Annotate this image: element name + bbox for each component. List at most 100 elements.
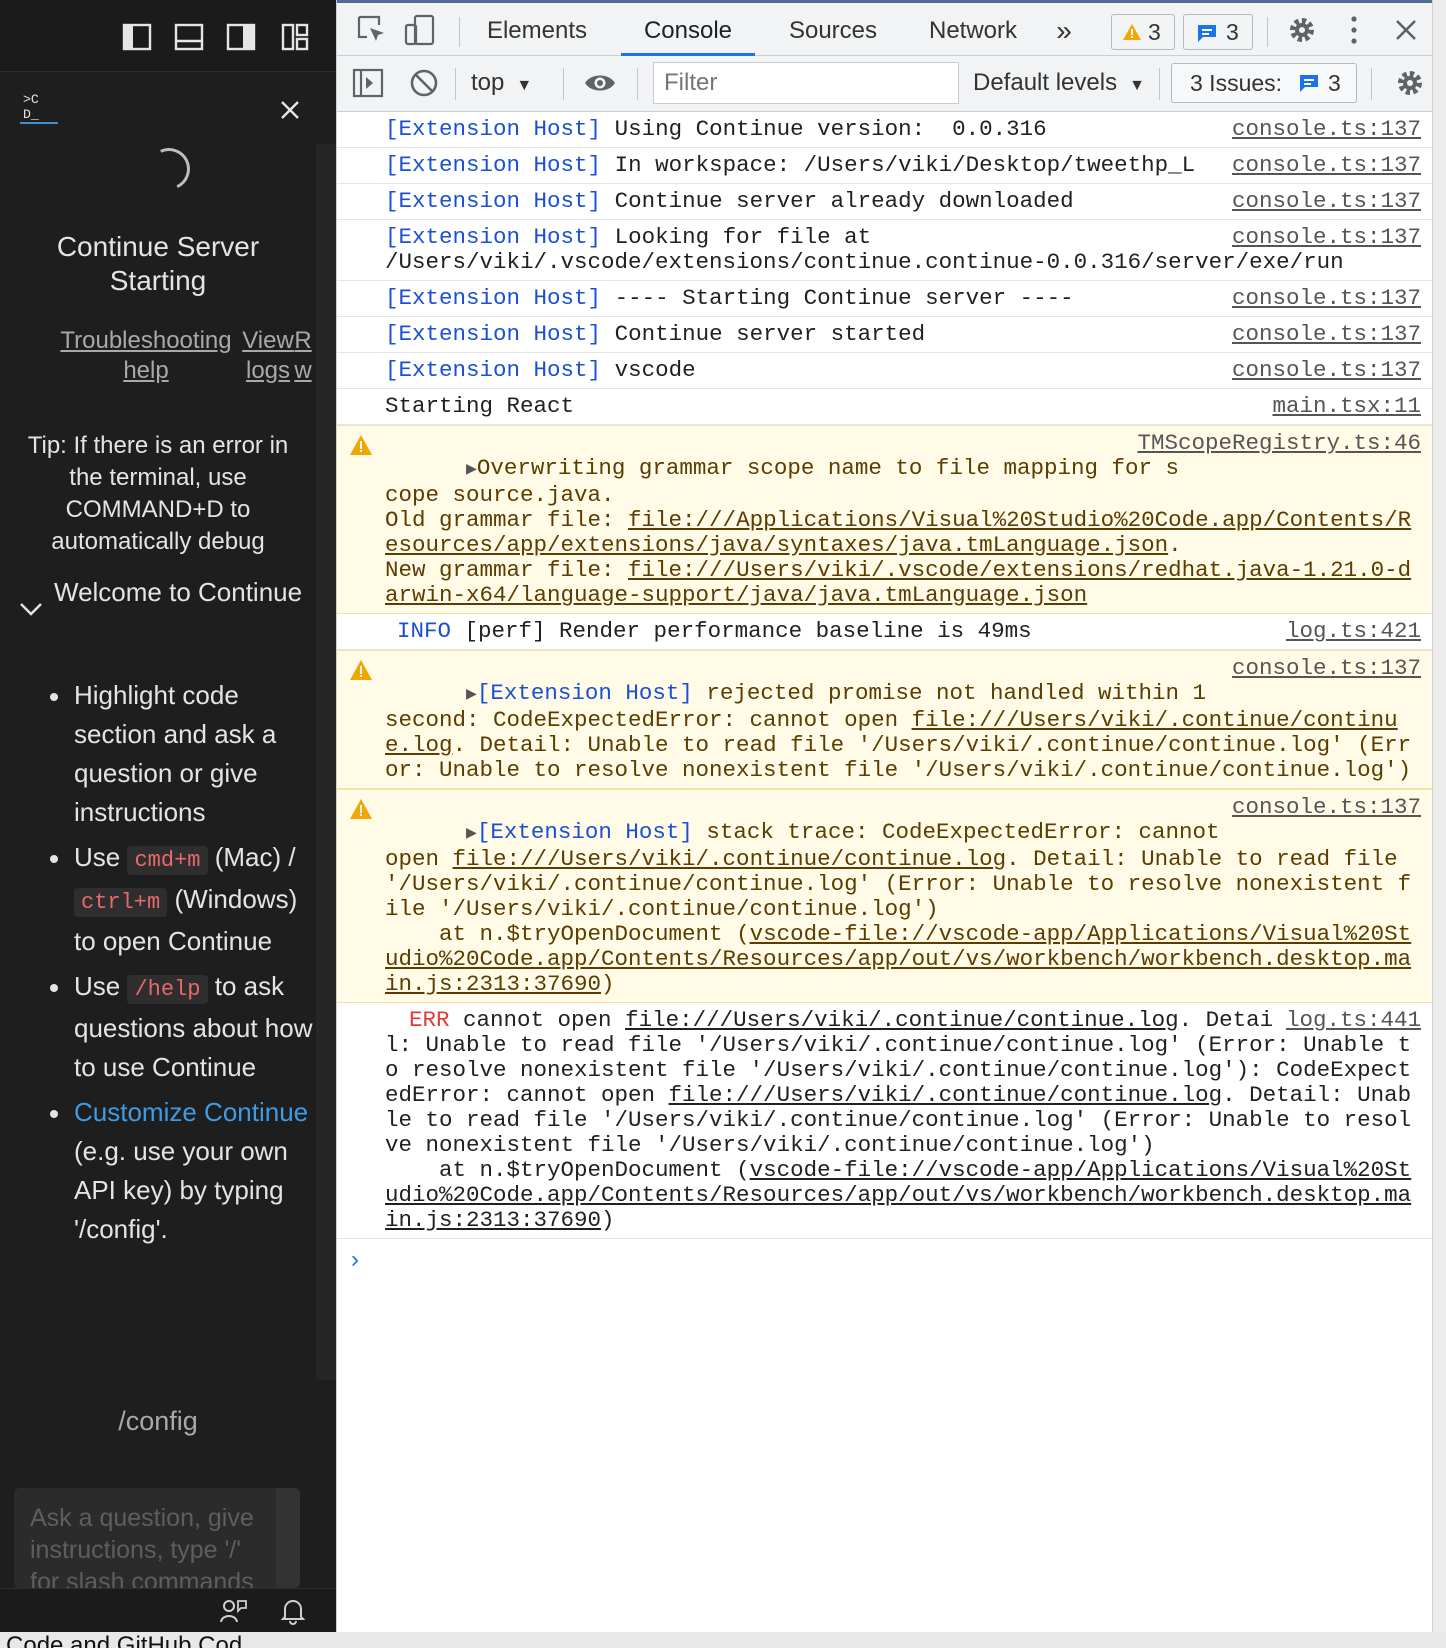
warnings-counter[interactable]: 3 [1111, 14, 1175, 50]
message-text: In workspace: /Users/viki/Desktop/tweeth… [614, 152, 1196, 178]
console-message: [Extension Host] Continue server already… [337, 184, 1446, 220]
tab-elements[interactable]: Elements [471, 6, 603, 56]
level-badge: INFO [397, 618, 452, 644]
list-item: Highlight code section and ask a questio… [30, 676, 320, 832]
bell-icon[interactable] [280, 1597, 306, 1625]
background-window-text: e Code and GitHub Cod [0, 1632, 243, 1648]
message-text: Overwriting grammar scope name to file m… [385, 455, 1179, 508]
show-sidebar-icon[interactable] [351, 66, 385, 100]
message-icon [1300, 75, 1318, 92]
message-source-tag: [Extension Host] [476, 680, 693, 706]
welcome-section-title[interactable]: Welcome to Continue [54, 576, 314, 609]
messages-counter[interactable]: 3 [1183, 14, 1253, 50]
message-text: /Users/viki/.vscode/extensions/continue.… [385, 249, 1344, 275]
dropdown-arrow-icon: ▼ [516, 77, 533, 94]
console-message: [Extension Host] Using Continue version:… [337, 112, 1446, 148]
warnings-count: 3 [1148, 19, 1161, 45]
troubleshooting-help-link[interactable]: Troubleshooting help [58, 326, 234, 386]
sidebar-tab-row: >C D_ [0, 72, 336, 144]
divider [459, 17, 460, 47]
tab-sources[interactable]: Sources [767, 6, 899, 56]
source-link[interactable]: console.ts:137 [1223, 795, 1421, 820]
filter-input[interactable] [653, 62, 959, 104]
source-link[interactable]: console.ts:137 [1224, 358, 1421, 383]
sidebar-status-bar [0, 1588, 336, 1632]
ask-input-box [14, 1488, 300, 1588]
console-prompt[interactable]: › [337, 1239, 1446, 1283]
source-link[interactable]: console.ts:137 [1224, 225, 1421, 250]
expand-triangle-icon[interactable]: ▶ [466, 824, 477, 844]
customize-layout-icon[interactable] [280, 22, 310, 52]
log-levels-value: Default levels [973, 69, 1118, 96]
list-item-text: Use [74, 971, 121, 1001]
source-link[interactable]: console.ts:137 [1223, 656, 1421, 681]
message-text: Looking for file at [614, 224, 872, 250]
chevron-down-icon[interactable] [18, 600, 44, 618]
file-link[interactable]: file:///Users/viki/.continue/continue.lo… [669, 1082, 1223, 1108]
message-text: New grammar file: [385, 557, 629, 583]
more-options-icon[interactable] [1337, 13, 1371, 47]
config-command-button[interactable]: /config [40, 1406, 276, 1437]
console-warning[interactable]: ▶[Extension Host] rejected promise not h… [337, 650, 1446, 789]
divider [455, 68, 456, 100]
source-link[interactable]: TMScopeRegistry.ts:46 [1129, 431, 1421, 456]
toggle-secondary-sidebar-icon[interactable] [226, 22, 256, 52]
loading-spinner-icon [142, 142, 196, 196]
message-text: at n.$tryOpenDocument ( [385, 921, 750, 947]
context-select[interactable]: top ▼ [471, 64, 532, 105]
list-item: Customize Continue (e.g. use your own AP… [30, 1093, 320, 1249]
source-link[interactable]: console.ts:137 [1224, 117, 1421, 142]
console-warning[interactable]: ▶Overwriting grammar scope name to file … [337, 425, 1446, 614]
log-levels-select[interactable]: Default levels ▼ [973, 64, 1145, 105]
expand-triangle-icon[interactable]: ▶ [466, 685, 477, 705]
toggle-primary-sidebar-icon[interactable] [122, 22, 152, 52]
prompt-caret-icon: › [351, 1246, 359, 1273]
ask-input[interactable] [14, 1488, 276, 1588]
list-item-text: Highlight code section and ask a questio… [74, 680, 277, 827]
file-link[interactable]: file:///Users/viki/.continue/continue.lo… [453, 846, 1007, 872]
device-toolbar-icon[interactable] [403, 13, 437, 47]
devtools-panel: Elements Console Sources Network » 3 3 t… [336, 0, 1446, 1632]
issues-button[interactable]: 3 Issues: 3 [1171, 63, 1357, 103]
message-source-tag: [Extension Host] [385, 152, 602, 178]
customize-continue-link[interactable]: Customize Continue [74, 1097, 308, 1127]
shortcut-windows: ctrl+m [74, 888, 168, 917]
overflow-link[interactable]: R w [290, 326, 316, 386]
gear-icon[interactable] [1285, 13, 1319, 47]
server-status-title: Continue Server Starting [56, 231, 260, 296]
message-source-tag: [Extension Host] [385, 188, 602, 214]
close-icon[interactable] [276, 96, 304, 124]
source-link[interactable]: main.tsx:11 [1264, 394, 1421, 419]
source-link[interactable]: console.ts:137 [1223, 153, 1421, 178]
close-icon[interactable] [1389, 13, 1423, 47]
message-source-tag: [Extension Host] [385, 321, 602, 347]
file-link[interactable]: file:///Users/viki/.continue/continue.lo… [625, 1007, 1179, 1033]
inspect-element-icon[interactable] [355, 13, 389, 47]
message-text: at n.$tryOpenDocument ( [385, 1157, 750, 1183]
more-tabs-button[interactable]: » [1039, 6, 1089, 56]
tab-network[interactable]: Network [909, 6, 1037, 56]
console-warning[interactable]: ▶[Extension Host] stack trace: CodeExpec… [337, 789, 1446, 1003]
source-link[interactable]: console.ts:137 [1224, 189, 1421, 214]
continue-logo-icon[interactable]: >C D_ [20, 90, 58, 124]
source-link[interactable]: console.ts:137 [1224, 286, 1421, 311]
console-message: [Extension Host] ---- Starting Continue … [337, 281, 1446, 317]
clear-console-icon[interactable] [407, 66, 441, 100]
source-link[interactable]: console.ts:137 [1224, 322, 1421, 347]
toggle-panel-icon[interactable] [174, 22, 204, 52]
window-edge [1432, 0, 1446, 1632]
eye-icon[interactable] [583, 66, 617, 100]
console-info: INFO [perf] Render performance baseline … [337, 614, 1446, 650]
message-text: [perf] Render performance baseline is 49… [464, 618, 1032, 644]
help-command: /help [127, 975, 208, 1004]
ask-input-scrollbar[interactable] [276, 1488, 300, 1588]
console-settings-gear-icon[interactable] [1393, 66, 1427, 100]
source-link[interactable]: log.ts:441 [1278, 1008, 1421, 1033]
accounts-feedback-icon[interactable] [218, 1597, 248, 1625]
expand-triangle-icon[interactable]: ▶ [466, 460, 477, 480]
list-item-text: Use [74, 842, 121, 872]
tab-console[interactable]: Console [621, 6, 755, 56]
divider [563, 68, 564, 100]
background-window-strip: e Code and GitHub Cod [0, 1632, 1446, 1648]
source-link[interactable]: log.ts:421 [1278, 619, 1421, 644]
